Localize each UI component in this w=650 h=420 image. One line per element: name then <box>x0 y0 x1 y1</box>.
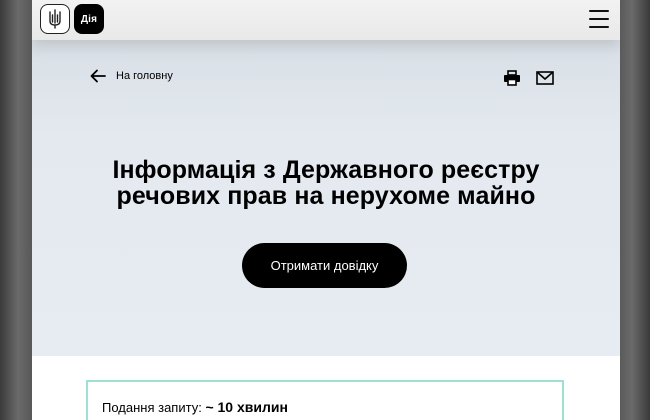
menu-line <box>589 10 609 12</box>
page-title-line-2: речових прав на нерухоме майно <box>116 182 536 210</box>
hamburger-menu-icon[interactable] <box>589 10 609 28</box>
get-certificate-button-label: Отримати довідку <box>270 258 379 273</box>
menu-line <box>589 18 609 20</box>
submission-time-label: Подання запиту: <box>102 400 202 415</box>
mail-icon[interactable] <box>536 71 554 85</box>
info-card: Подання запиту: ~ 10 хвилин <box>86 380 564 420</box>
submission-time-row: Подання запиту: ~ 10 хвилин <box>102 399 288 415</box>
menu-line <box>589 26 609 28</box>
page-title-line-1: Інформація з Державного реєстру <box>112 156 540 184</box>
diia-logo[interactable]: Дія <box>74 4 104 34</box>
get-certificate-button[interactable]: Отримати довідку <box>242 243 407 288</box>
page-title: Інформація з Державного реєстру речових … <box>32 157 620 209</box>
submission-time-value: ~ 10 хвилин <box>205 399 288 415</box>
trident-icon <box>49 9 61 29</box>
arrow-left-icon <box>90 69 106 83</box>
printer-icon[interactable] <box>503 70 521 86</box>
back-link-label: На головну <box>116 70 173 82</box>
hero-section: На головну Інформація з Державного реєст… <box>32 40 620 356</box>
diia-logo-text: Дія <box>80 13 98 25</box>
trident-logo[interactable] <box>40 4 70 34</box>
back-to-home-link[interactable]: На головну <box>90 67 173 85</box>
top-bar: Дія <box>32 0 620 40</box>
page: Дія На головну Інформація з Державного р… <box>32 0 620 420</box>
